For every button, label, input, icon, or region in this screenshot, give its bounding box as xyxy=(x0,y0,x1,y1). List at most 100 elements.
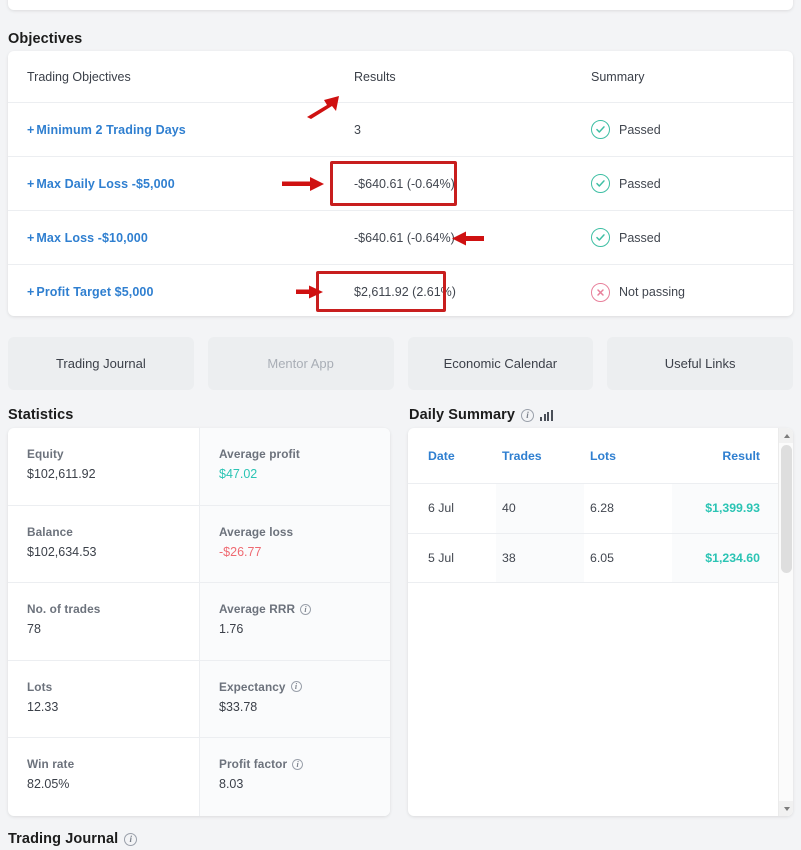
useful-links-button[interactable]: Useful Links xyxy=(607,337,793,390)
column-header-result[interactable]: Result xyxy=(672,428,778,483)
statistics-row: Lots 12.33 Expectancy $33.78 xyxy=(8,661,390,739)
stat-label: Expectancy xyxy=(219,680,286,694)
objective-name-cell: +Profit Target $5,000 xyxy=(8,283,342,301)
objective-result-value: -$640.61 (-0.64%) xyxy=(342,177,574,191)
objective-expand-minimum-trading-days[interactable]: +Minimum 2 Trading Days xyxy=(27,123,186,137)
table-row: +Minimum 2 Trading Days 3 Passed xyxy=(8,103,793,157)
mentor-app-button[interactable]: Mentor App xyxy=(208,337,394,390)
check-circle-icon xyxy=(591,174,610,193)
trading-journal-section-title: Trading Journal xyxy=(8,831,137,847)
stat-win-rate: Win rate 82.05% xyxy=(8,738,199,816)
info-icon[interactable] xyxy=(292,759,303,770)
scroll-down-arrow-icon[interactable] xyxy=(779,801,793,816)
economic-calendar-button[interactable]: Economic Calendar xyxy=(408,337,594,390)
trading-journal-button[interactable]: Trading Journal xyxy=(8,337,194,390)
column-header-summary: Summary xyxy=(574,70,793,84)
column-header-trades[interactable]: Trades xyxy=(496,428,584,483)
info-icon[interactable] xyxy=(300,604,311,615)
cell-lots: 6.05 xyxy=(590,551,614,565)
objective-expand-profit-target[interactable]: +Profit Target $5,000 xyxy=(27,285,154,299)
cell-date: 6 Jul xyxy=(428,501,454,515)
table-row: +Max Loss -$10,000 -$640.61 (-0.64%) Pas… xyxy=(8,211,793,265)
objective-name-cell: +Max Daily Loss -$5,000 xyxy=(8,175,342,193)
stat-value: $33.78 xyxy=(219,700,390,714)
stat-average-loss: Average loss -$26.77 xyxy=(199,506,390,583)
bar-chart-icon[interactable] xyxy=(540,410,553,421)
objective-expand-max-daily-loss[interactable]: +Max Daily Loss -$5,000 xyxy=(27,177,175,191)
stat-profit-factor: Profit factor 8.03 xyxy=(199,738,390,816)
stat-lots: Lots 12.33 xyxy=(8,661,199,738)
objective-result-value: 3 xyxy=(342,123,574,137)
trading-journal-label: Trading Journal xyxy=(8,831,118,847)
objective-name-cell: +Max Loss -$10,000 xyxy=(8,229,342,247)
plus-icon: + xyxy=(27,123,34,137)
objective-status-label: Passed xyxy=(619,231,661,245)
cell-date: 5 Jul xyxy=(428,551,454,565)
quick-actions-row: Trading Journal Mentor App Economic Cale… xyxy=(8,337,793,390)
info-icon[interactable] xyxy=(291,681,302,692)
stat-value: 8.03 xyxy=(219,777,390,791)
plus-icon: + xyxy=(27,177,34,191)
stat-value: 82.05% xyxy=(27,777,199,791)
objective-status-label: Not passing xyxy=(619,285,685,299)
stat-label: No. of trades xyxy=(27,602,100,616)
stat-label: Win rate xyxy=(27,757,74,771)
daily-summary-table-header: Date Trades Lots Result xyxy=(408,428,778,484)
objective-label: Minimum 2 Trading Days xyxy=(36,123,185,137)
statistics-row: Equity $102,611.92 Average profit $47.02 xyxy=(8,428,390,506)
objective-label: Profit Target $5,000 xyxy=(36,285,153,299)
cell-result: $1,234.60 xyxy=(705,551,760,565)
stat-average-rrr: Average RRR 1.76 xyxy=(199,583,390,660)
stat-value: -$26.77 xyxy=(219,545,390,559)
objectives-table-header: Trading Objectives Results Summary xyxy=(8,51,793,103)
stat-expectancy: Expectancy $33.78 xyxy=(199,661,390,738)
column-header-lots[interactable]: Lots xyxy=(584,449,672,463)
info-icon[interactable] xyxy=(521,409,534,422)
objective-label: Max Daily Loss -$5,000 xyxy=(36,177,174,191)
stat-label: Average RRR xyxy=(219,602,295,616)
table-row: 5 Jul 38 6.05 $1,234.60 xyxy=(408,534,778,584)
stat-balance: Balance $102,634.53 xyxy=(8,506,199,583)
stat-label: Lots xyxy=(27,680,52,694)
column-header-trading-objectives: Trading Objectives xyxy=(8,70,342,84)
statistics-row: No. of trades 78 Average RRR 1.76 xyxy=(8,583,390,661)
cell-trades: 40 xyxy=(502,501,516,515)
check-circle-icon xyxy=(591,228,610,247)
objective-label: Max Loss -$10,000 xyxy=(36,231,147,245)
scroll-up-arrow-icon[interactable] xyxy=(779,428,793,443)
stat-average-profit: Average profit $47.02 xyxy=(199,428,390,505)
daily-summary-label: Daily Summary xyxy=(409,407,515,423)
plus-icon: + xyxy=(27,285,34,299)
table-row: +Profit Target $5,000 $2,611.92 (2.61%) … xyxy=(8,265,793,316)
objective-status-label: Passed xyxy=(619,177,661,191)
objective-expand-max-loss[interactable]: +Max Loss -$10,000 xyxy=(27,231,148,245)
check-circle-icon xyxy=(591,120,610,139)
objectives-table: Trading Objectives Results Summary +Mini… xyxy=(8,51,793,316)
info-icon[interactable] xyxy=(124,833,137,846)
objective-summary-cell: Passed xyxy=(574,174,793,193)
daily-summary-scrollbar[interactable] xyxy=(778,428,793,816)
cell-result: $1,399.93 xyxy=(705,501,760,515)
stat-value: $102,634.53 xyxy=(27,545,199,559)
objective-summary-cell: Not passing xyxy=(574,283,793,302)
stat-value: $47.02 xyxy=(219,467,390,481)
statistics-section-title: Statistics xyxy=(8,407,73,423)
objective-name-cell: +Minimum 2 Trading Days xyxy=(8,121,342,139)
cell-trades: 38 xyxy=(502,551,516,565)
objective-summary-cell: Passed xyxy=(574,120,793,139)
stat-label: Average loss xyxy=(219,525,293,539)
scrollbar-thumb[interactable] xyxy=(781,445,792,573)
previous-section-card-edge xyxy=(8,0,793,10)
table-row: +Max Daily Loss -$5,000 -$640.61 (-0.64%… xyxy=(8,157,793,211)
stat-value: 78 xyxy=(27,622,199,636)
column-header-results: Results xyxy=(342,70,574,84)
plus-icon: + xyxy=(27,231,34,245)
stat-label: Equity xyxy=(27,447,64,461)
stat-value: 12.33 xyxy=(27,700,199,714)
statistics-row: Win rate 82.05% Profit factor 8.03 xyxy=(8,738,390,816)
objective-result-value: -$640.61 (-0.64%) xyxy=(342,231,574,245)
column-header-date[interactable]: Date xyxy=(408,449,496,463)
daily-summary-panel: Date Trades Lots Result 6 Jul 40 6.28 $1… xyxy=(408,428,793,816)
cell-lots: 6.28 xyxy=(590,501,614,515)
stat-value: $102,611.92 xyxy=(27,467,199,481)
